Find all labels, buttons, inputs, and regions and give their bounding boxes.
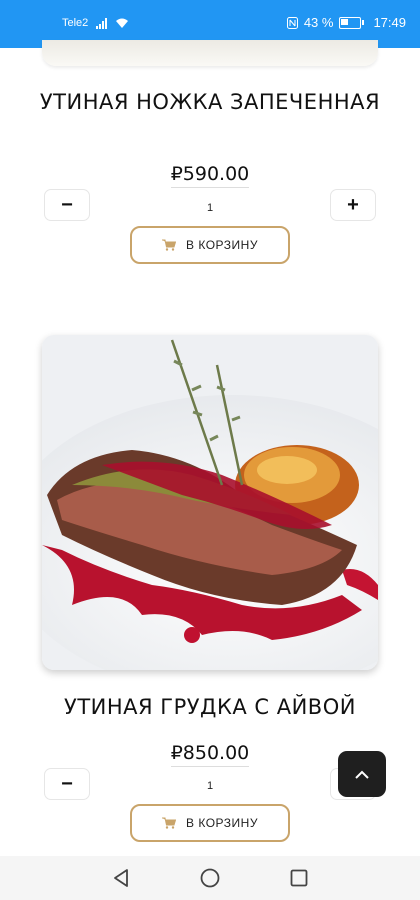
decrease-quantity-button[interactable]: − <box>44 189 90 221</box>
scroll-to-top-button[interactable] <box>338 751 386 797</box>
home-icon[interactable] <box>200 868 220 888</box>
quantity-value[interactable]: 1 <box>180 780 240 792</box>
clock: 17:49 <box>373 15 406 30</box>
cart-button-label: В КОРЗИНУ <box>186 238 258 252</box>
product-title[interactable]: УТИНАЯ НОЖКА ЗАПЕЧЕННАЯ <box>20 88 400 117</box>
add-to-cart-button[interactable]: В КОРЗИНУ <box>130 804 290 842</box>
status-left: Tele2 <box>62 17 129 29</box>
add-to-cart-button[interactable]: В КОРЗИНУ <box>130 226 290 264</box>
quantity-value[interactable]: 1 <box>180 202 240 214</box>
wifi-icon <box>116 18 129 28</box>
chevron-up-icon <box>355 770 369 779</box>
nfc-icon <box>286 16 298 29</box>
product-price: ₽850.00 <box>110 742 310 767</box>
back-icon[interactable] <box>112 868 130 888</box>
decrease-quantity-button[interactable]: − <box>44 768 90 800</box>
status-right: 43 % 17:49 <box>286 15 406 30</box>
carrier-name: Tele2 <box>62 17 89 29</box>
battery-percent: 43 % <box>303 15 334 30</box>
cart-icon <box>162 239 177 251</box>
increase-quantity-button[interactable]: + <box>330 189 376 221</box>
recents-icon[interactable] <box>290 869 308 887</box>
product-price: ₽590.00 <box>110 163 310 188</box>
product-image[interactable] <box>42 335 378 670</box>
cart-button-label: В КОРЗИНУ <box>186 816 258 830</box>
cart-icon <box>162 817 177 829</box>
signal-icon <box>96 17 108 29</box>
product-title[interactable]: УТИНАЯ ГРУДКА С АЙВОЙ <box>20 693 400 722</box>
product-image-previous[interactable] <box>42 40 378 66</box>
battery-icon <box>339 16 365 29</box>
system-navigation-bar <box>0 856 420 900</box>
